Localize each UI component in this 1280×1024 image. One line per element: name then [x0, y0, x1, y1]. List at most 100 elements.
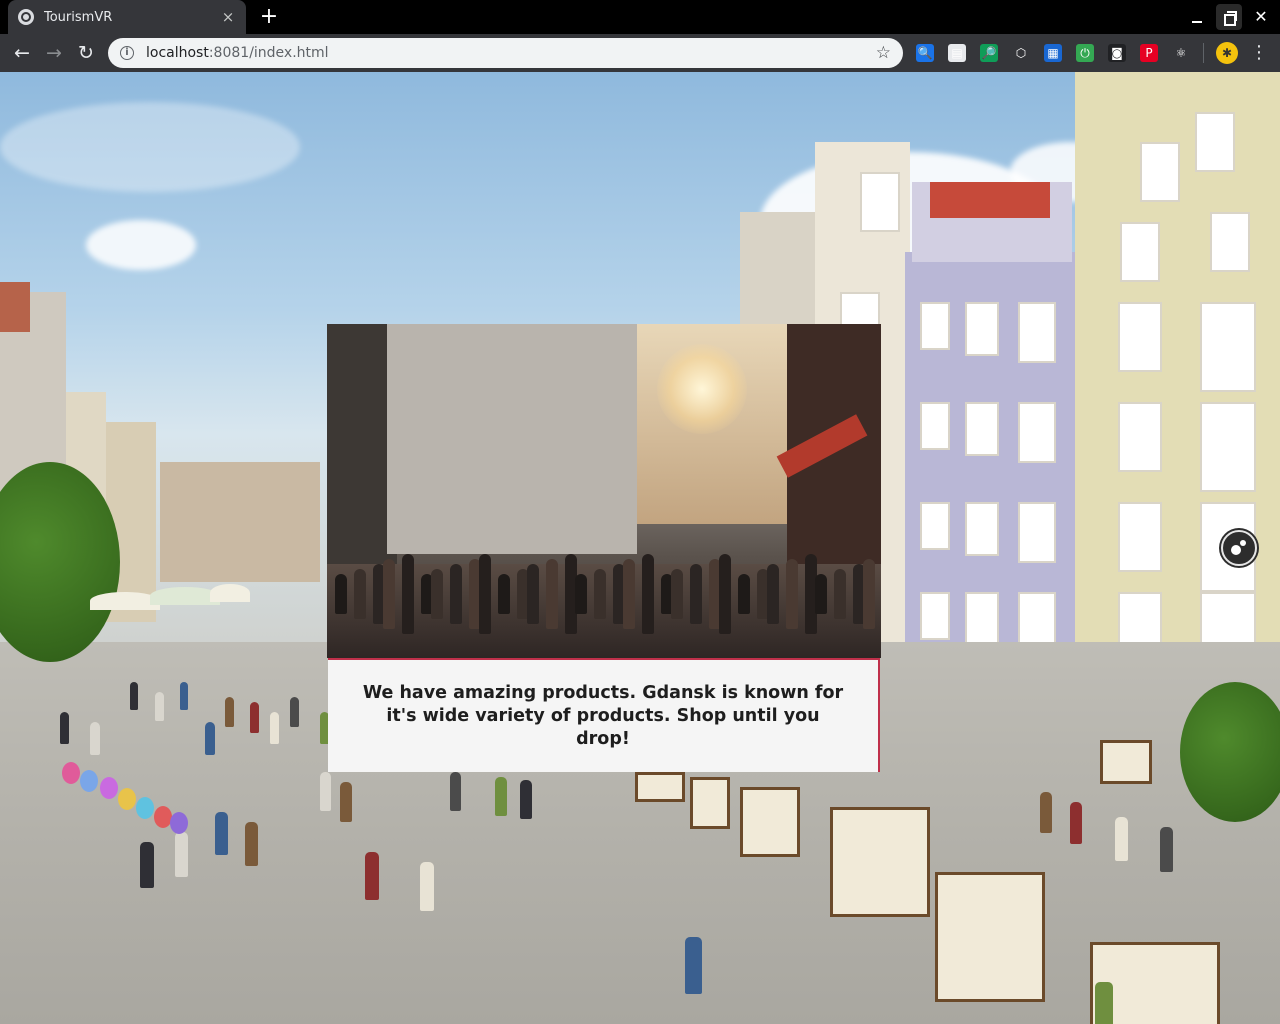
- window: [965, 302, 999, 357]
- bookmark-star-icon[interactable]: ☆: [876, 43, 891, 63]
- balloon: [62, 762, 80, 784]
- pedestrian: [250, 702, 259, 733]
- pedestrian: [320, 772, 331, 811]
- address-bar[interactable]: i localhost:8081/index.html ☆: [108, 38, 903, 68]
- restore-button[interactable]: [1216, 4, 1242, 30]
- window: [1118, 402, 1162, 473]
- window: [1018, 302, 1056, 363]
- window: [920, 502, 950, 550]
- balloon: [80, 770, 98, 792]
- photo-pedestrian: [767, 564, 779, 624]
- pedestrian: [1040, 792, 1052, 833]
- art-stall: [935, 872, 1045, 1002]
- globe-icon: [18, 9, 34, 25]
- pedestrian: [365, 852, 379, 900]
- photo-pedestrian: [863, 559, 875, 629]
- pedestrian: [225, 697, 234, 727]
- market-umbrella: [210, 584, 250, 602]
- photo-pedestrian: [719, 554, 731, 634]
- photo-pedestrian: [479, 554, 491, 634]
- art-stall: [830, 807, 930, 917]
- photo-pedestrian: [354, 569, 366, 619]
- cloud: [0, 102, 300, 192]
- photo-pedestrian: [527, 564, 539, 624]
- window: [965, 402, 999, 457]
- pedestrian: [450, 772, 461, 811]
- menu-icon[interactable]: ⋮: [1250, 41, 1268, 65]
- art-stall: [740, 787, 800, 857]
- art-stall: [1100, 740, 1152, 784]
- pedestrian: [520, 780, 532, 819]
- minimize-button[interactable]: [1184, 4, 1210, 30]
- panel-description: We have amazing products. Gdansk is know…: [362, 682, 844, 749]
- pedestrian: [215, 812, 228, 855]
- window-close-button[interactable]: ✕: [1248, 4, 1274, 30]
- new-tab-button[interactable]: +: [256, 4, 282, 30]
- photo-pedestrian: [690, 564, 702, 624]
- url-text[interactable]: localhost:8081/index.html: [146, 45, 876, 61]
- window: [1118, 502, 1162, 573]
- vr-info-panel[interactable]: We have amazing products. Gdansk is know…: [327, 324, 881, 772]
- window: [1118, 302, 1162, 373]
- roof: [0, 282, 30, 332]
- magnifier-extension-icon[interactable]: 🔎: [980, 44, 998, 62]
- window: [1140, 142, 1180, 202]
- reload-button[interactable]: ↻: [72, 39, 100, 67]
- pinterest-extension-icon[interactable]: P: [1140, 44, 1158, 62]
- photo-pedestrian: [450, 564, 462, 624]
- window: [1018, 402, 1056, 463]
- close-icon[interactable]: ×: [220, 9, 236, 25]
- window: [1195, 112, 1235, 172]
- forward-button[interactable]: →: [40, 39, 68, 67]
- facade-red-roof: [930, 182, 1050, 218]
- window: [920, 302, 950, 350]
- green-gate: [160, 462, 320, 582]
- window: [965, 592, 999, 647]
- window: [1018, 502, 1056, 563]
- photo-pedestrian: [335, 574, 347, 614]
- photo-pedestrian: [431, 569, 443, 619]
- vr-gaze-cursor-icon[interactable]: [1221, 530, 1257, 566]
- window: [965, 502, 999, 557]
- photo-pedestrian: [738, 574, 750, 614]
- art-stall: [690, 777, 730, 829]
- pedestrian: [90, 722, 100, 755]
- sheet-extension-icon[interactable]: ▤: [948, 44, 966, 62]
- clapper-extension-icon[interactable]: ▦: [1044, 44, 1062, 62]
- photo-building-center: [387, 324, 637, 554]
- power-extension-icon[interactable]: ⏻: [1076, 44, 1094, 62]
- url-path: :8081/index.html: [208, 45, 329, 61]
- search-extension-icon[interactable]: 🔍: [916, 44, 934, 62]
- window: [1120, 222, 1160, 282]
- back-button[interactable]: ←: [8, 39, 36, 67]
- balloon: [100, 777, 118, 799]
- info-icon[interactable]: i: [120, 46, 134, 60]
- pedestrian: [205, 722, 215, 755]
- pedestrian: [495, 777, 507, 816]
- photo-pedestrian: [383, 559, 395, 629]
- photo-pedestrian: [623, 559, 635, 629]
- vr-scene[interactable]: We have amazing products. Gdansk is know…: [0, 72, 1280, 1024]
- pedestrian: [155, 692, 164, 721]
- photo-pedestrian: [498, 574, 510, 614]
- toolbar-divider: [1203, 43, 1204, 63]
- balloon: [136, 797, 154, 819]
- window: [860, 172, 900, 232]
- pedestrian: [420, 862, 434, 911]
- mask-extension-icon[interactable]: ◙: [1108, 44, 1126, 62]
- tab-tourismvr[interactable]: TourismVR ×: [8, 0, 246, 34]
- react-extension-icon[interactable]: ⚛: [1172, 44, 1190, 62]
- profile-avatar-icon[interactable]: ✱: [1216, 42, 1238, 64]
- pedestrian: [130, 682, 138, 710]
- pedestrian: [1095, 982, 1113, 1024]
- photo-pedestrian: [786, 559, 798, 629]
- cube-extension-icon[interactable]: ⬡: [1012, 44, 1030, 62]
- pedestrian: [340, 782, 352, 822]
- street-shopping-photo: [327, 324, 881, 658]
- pedestrian: [1160, 827, 1173, 872]
- tree: [1180, 682, 1280, 822]
- pedestrian: [685, 937, 702, 994]
- photo-pedestrian: [815, 574, 827, 614]
- browser-toolbar: ← → ↻ i localhost:8081/index.html ☆ 🔍 ▤ 🔎 ⬡…: [0, 34, 1280, 72]
- balloon: [170, 812, 188, 834]
